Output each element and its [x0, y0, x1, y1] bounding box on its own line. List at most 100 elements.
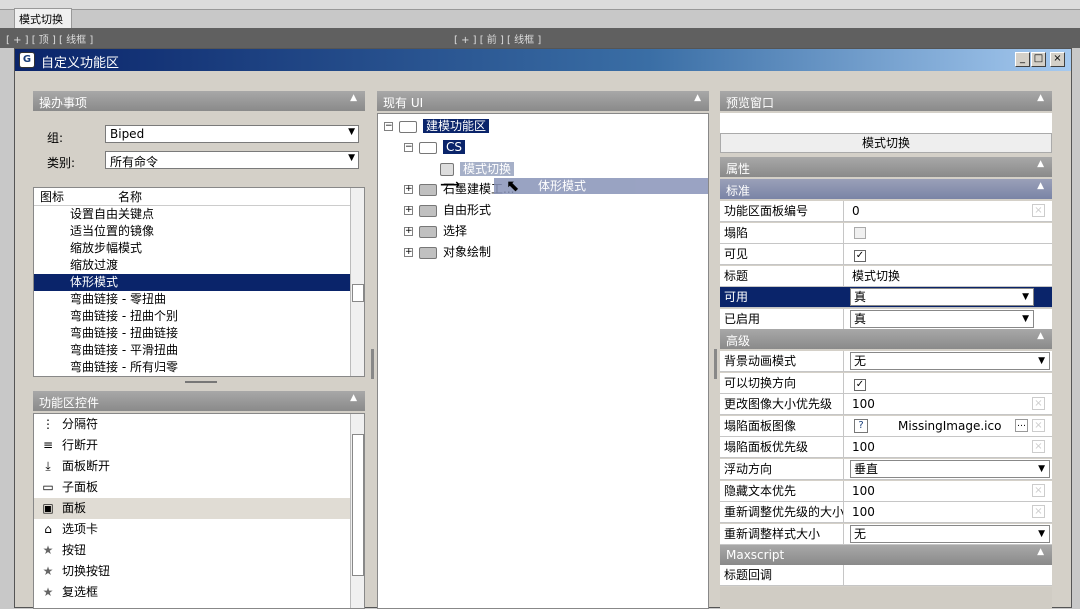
- mode-switch-tab[interactable]: 模式切换: [14, 8, 72, 28]
- browse-button[interactable]: …: [1015, 418, 1028, 432]
- clear-icon[interactable]: ×: [1032, 440, 1045, 454]
- tree-node-group[interactable]: + 自由形式: [404, 201, 491, 219]
- expand-toggle-icon[interactable]: +: [404, 227, 413, 236]
- property-value[interactable]: 垂直 ▼: [848, 459, 1050, 479]
- maxscript-section-header[interactable]: Maxscript ▲: [720, 545, 1052, 565]
- property-value[interactable]: 100 ×: [848, 502, 1048, 522]
- property-row[interactable]: 浮动方向 垂直 ▼: [720, 459, 1052, 480]
- expand-toggle-icon[interactable]: +: [404, 206, 413, 215]
- action-list-item[interactable]: 设置自由关键点: [34, 206, 364, 223]
- viewport-front-label[interactable]: [ + ] [ 前 ] [ 线框 ]: [454, 31, 541, 46]
- property-row[interactable]: 塌陷面板优先级 100 ×: [720, 437, 1052, 459]
- actions-scrollbar[interactable]: [350, 188, 364, 376]
- property-value[interactable]: ? MissingImage.ico … ×: [848, 416, 1048, 436]
- dialog-titlebar[interactable]: 自定义功能区: [15, 49, 1071, 71]
- category-dropdown[interactable]: 所有命令 ▼: [105, 151, 359, 169]
- control-list-item[interactable]: ≡ 行断开: [34, 435, 364, 456]
- preview-mode-switch-button[interactable]: 模式切换: [720, 133, 1052, 153]
- value-dropdown[interactable]: 无 ▼: [850, 524, 1050, 543]
- column-name-header[interactable]: 名称: [118, 188, 142, 206]
- action-list-item[interactable]: 弯曲链接 - 零扭曲: [34, 291, 364, 308]
- property-row[interactable]: 塌陷: [720, 222, 1052, 244]
- maximize-button[interactable]: □: [1031, 52, 1046, 67]
- controls-panel-header[interactable]: 功能区控件 ▲: [33, 391, 365, 411]
- column-icon-header[interactable]: 图标: [40, 188, 64, 206]
- property-value[interactable]: 100 ×: [848, 481, 1048, 501]
- control-list-item[interactable]: ⋮ 分隔符: [34, 414, 364, 435]
- expand-toggle-icon[interactable]: +: [404, 248, 413, 257]
- tree-node-root[interactable]: − 建模功能区: [384, 117, 490, 135]
- control-list-item[interactable]: ▣ 面板: [34, 498, 364, 519]
- scroll-thumb[interactable]: [352, 434, 364, 576]
- property-value[interactable]: 无 ▼: [848, 351, 1050, 371]
- action-list-item[interactable]: 弯曲链接 - 平滑扭曲: [34, 342, 364, 359]
- tree-node-cs[interactable]: − CS: [404, 138, 465, 156]
- property-row[interactable]: 已启用真 ▼: [720, 309, 1052, 330]
- tree-node-group[interactable]: + 选择: [404, 222, 467, 240]
- property-value[interactable]: 无 ▼: [848, 524, 1050, 544]
- collapse-toggle-icon[interactable]: −: [384, 122, 393, 131]
- collapse-icon[interactable]: ▲: [694, 93, 701, 103]
- collapse-icon[interactable]: ▲: [1037, 93, 1044, 103]
- clear-icon[interactable]: ×: [1032, 397, 1045, 411]
- property-row[interactable]: 重新调整样式大小无 ▼: [720, 523, 1052, 545]
- control-list-item[interactable]: ★ 按钮: [34, 540, 364, 561]
- existing-ui-header[interactable]: 现有 UI ▲: [377, 91, 709, 111]
- collapse-toggle-icon[interactable]: −: [404, 143, 413, 152]
- property-row[interactable]: 功能区面板编号 0 ×: [720, 201, 1052, 222]
- property-value[interactable]: 模式切换: [848, 266, 1048, 286]
- collapse-icon[interactable]: ▲: [1037, 159, 1044, 169]
- clear-icon[interactable]: ×: [1032, 418, 1045, 432]
- property-row[interactable]: 隐藏文本优先 100 ×: [720, 480, 1052, 502]
- action-list-item[interactable]: 适当位置的镜像: [34, 223, 364, 240]
- property-value[interactable]: [848, 565, 1048, 585]
- expand-toggle-icon[interactable]: +: [404, 185, 413, 194]
- clear-icon[interactable]: ×: [1032, 204, 1045, 217]
- advanced-section-header[interactable]: 高级 ▲: [720, 329, 1052, 349]
- property-row[interactable]: 可用真 ▼: [720, 287, 1052, 309]
- value-dropdown[interactable]: 垂直 ▼: [850, 460, 1050, 478]
- property-row[interactable]: 塌陷面板图像? MissingImage.ico … ×: [720, 415, 1052, 437]
- property-row[interactable]: 标题回调: [720, 565, 1052, 586]
- property-value[interactable]: ✓: [848, 373, 1048, 393]
- control-list-item[interactable]: ★ 切换按钮: [34, 561, 364, 582]
- property-row[interactable]: 可见 ✓: [720, 244, 1052, 266]
- value-dropdown[interactable]: 真 ▼: [850, 288, 1034, 307]
- action-list-item[interactable]: 弯曲链接 - 所有归零: [34, 359, 364, 376]
- property-value[interactable]: ✓: [848, 244, 1048, 264]
- property-value[interactable]: [848, 223, 1048, 243]
- property-row[interactable]: 背景动画模式无 ▼: [720, 351, 1052, 372]
- property-value[interactable]: 100 ×: [848, 437, 1048, 457]
- tree-node-group[interactable]: + 对象绘制: [404, 243, 491, 261]
- value-dropdown[interactable]: 无 ▼: [850, 352, 1050, 370]
- control-list-item[interactable]: ▭ 子面板: [34, 477, 364, 498]
- viewport-top-label[interactable]: [ + ] [ 顶 ] [ 线框 ]: [6, 31, 93, 46]
- property-value[interactable]: 真 ▼: [848, 309, 1048, 329]
- preview-header[interactable]: 预览窗口 ▲: [720, 91, 1052, 111]
- minimize-button[interactable]: _: [1015, 52, 1030, 67]
- property-row[interactable]: 重新调整优先级的大小 100 ×: [720, 502, 1052, 524]
- collapse-icon[interactable]: ▲: [1037, 181, 1044, 191]
- property-value[interactable]: 100 ×: [848, 394, 1048, 414]
- action-list-item[interactable]: 体形模式: [34, 274, 364, 291]
- clear-icon[interactable]: ×: [1032, 483, 1045, 497]
- splitter-handle[interactable]: [371, 349, 374, 379]
- control-list-item[interactable]: ⌂ 选项卡: [34, 519, 364, 540]
- standard-section-header[interactable]: 标准 ▲: [720, 179, 1052, 199]
- tree-node-mode-switch[interactable]: 模式切换: [440, 160, 515, 178]
- property-value[interactable]: 0 ×: [848, 201, 1048, 221]
- collapse-icon[interactable]: ▲: [1037, 547, 1044, 557]
- collapse-icon[interactable]: ▲: [350, 93, 357, 103]
- clear-icon[interactable]: ×: [1032, 505, 1045, 519]
- collapse-icon[interactable]: ▲: [1037, 331, 1044, 341]
- collapse-icon[interactable]: ▲: [350, 393, 357, 403]
- action-list-item[interactable]: 缩放步幅模式: [34, 240, 364, 257]
- control-list-item[interactable]: ★ 复选框: [34, 582, 364, 603]
- property-row[interactable]: 可以切换方向 ✓: [720, 372, 1052, 394]
- properties-header[interactable]: 属性 ▲: [720, 157, 1052, 177]
- action-list-item[interactable]: 缩放过渡: [34, 257, 364, 274]
- splitter-handle[interactable]: [185, 381, 217, 383]
- property-value[interactable]: 真 ▼: [848, 287, 1048, 307]
- property-row[interactable]: 标题 模式切换: [720, 265, 1052, 287]
- action-list-item[interactable]: 弯曲链接 - 扭曲链接: [34, 325, 364, 342]
